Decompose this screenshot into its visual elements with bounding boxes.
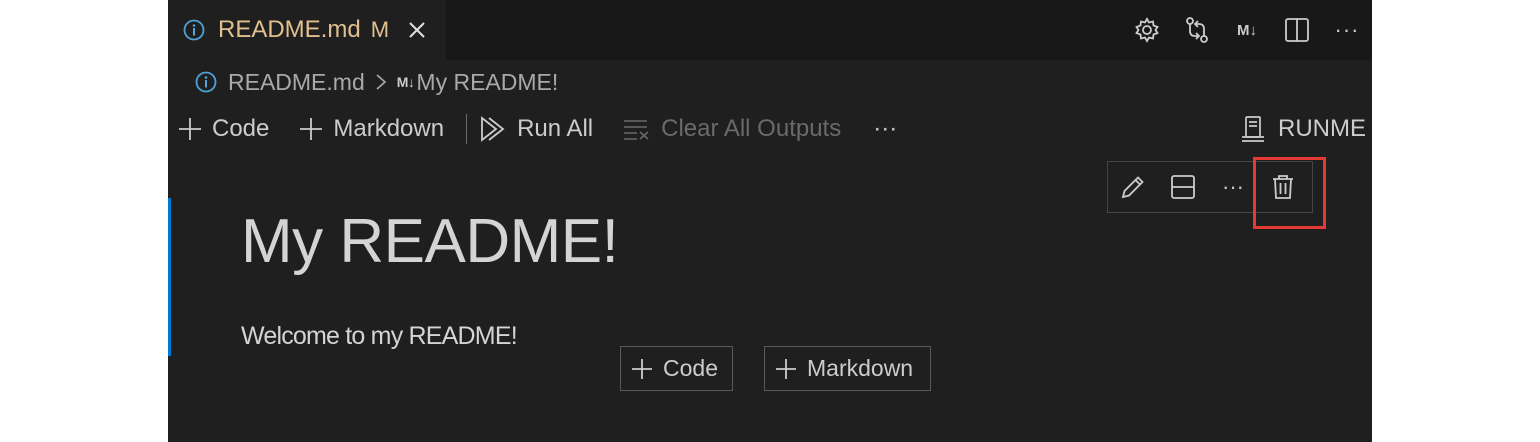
add-code-cell-button[interactable]: Code bbox=[168, 108, 269, 150]
add-code-label: Code bbox=[212, 115, 270, 142]
edit-cell-button[interactable] bbox=[1108, 162, 1158, 212]
modified-badge: M bbox=[370, 17, 390, 42]
markdown-preview-icon[interactable]: M↓ bbox=[1222, 0, 1272, 60]
add-markdown-cell-button[interactable]: Markdown bbox=[269, 108, 444, 150]
more-icon: ··· bbox=[1222, 174, 1244, 199]
tab-readme[interactable]: README.md M bbox=[168, 0, 446, 60]
insert-code-cell-button[interactable]: Code bbox=[620, 346, 733, 391]
split-editor-icon[interactable] bbox=[1272, 0, 1322, 60]
cell-more-button[interactable]: ··· bbox=[1208, 162, 1258, 212]
add-markdown-label: Markdown bbox=[333, 115, 445, 142]
more-icon: ··· bbox=[873, 115, 898, 142]
markdown-icon: M↓ bbox=[396, 74, 415, 90]
run-all-icon bbox=[479, 116, 507, 142]
server-icon bbox=[1240, 115, 1266, 143]
run-all-button[interactable]: Run All bbox=[479, 108, 593, 150]
git-compare-icon[interactable] bbox=[1172, 0, 1222, 60]
kernel-label: RUNME bbox=[1278, 115, 1366, 142]
run-all-label: Run All bbox=[517, 115, 594, 142]
highlight-box bbox=[1253, 157, 1326, 229]
insert-markdown-cell-button[interactable]: Markdown bbox=[764, 346, 931, 391]
insert-markdown-label: Markdown bbox=[807, 355, 914, 381]
tab-bar: README.md M M↓ ··· bbox=[168, 0, 1372, 60]
insert-code-label: Code bbox=[663, 355, 718, 381]
split-cell-button[interactable] bbox=[1158, 162, 1208, 212]
plus-icon bbox=[299, 117, 323, 141]
kernel-picker[interactable]: RUNME bbox=[1240, 108, 1366, 150]
gear-icon[interactable] bbox=[1122, 0, 1172, 60]
toolbar-more-button[interactable]: ··· bbox=[841, 108, 897, 150]
info-icon bbox=[195, 71, 217, 93]
notebook-toolbar: Code Markdown Run All Clear All Outputs … bbox=[168, 108, 1372, 150]
breadcrumb-section[interactable]: My README! bbox=[416, 69, 558, 96]
chevron-right-icon bbox=[375, 72, 387, 92]
toolbar-divider bbox=[466, 114, 468, 144]
cell-heading: My README! bbox=[241, 207, 619, 276]
clear-all-outputs-label: Clear All Outputs bbox=[661, 115, 842, 142]
info-icon bbox=[183, 19, 205, 41]
more-label: ··· bbox=[1334, 17, 1360, 42]
tab-label: README.md bbox=[218, 16, 361, 43]
plus-icon bbox=[631, 358, 653, 380]
split-cell-icon bbox=[1171, 175, 1195, 199]
clear-all-icon bbox=[623, 118, 651, 140]
editor-actions: M↓ ··· bbox=[1122, 0, 1372, 60]
clear-all-outputs-button[interactable]: Clear All Outputs bbox=[593, 108, 841, 150]
cell-paragraph: Welcome to my README! bbox=[241, 322, 518, 350]
close-icon[interactable] bbox=[407, 20, 427, 40]
plus-icon bbox=[775, 358, 797, 380]
editor-window: README.md M M↓ ··· README.md M↓ My READM… bbox=[168, 0, 1372, 442]
plus-icon bbox=[178, 117, 202, 141]
breadcrumb: README.md M↓ My README! bbox=[194, 64, 558, 100]
breadcrumb-file[interactable]: README.md bbox=[228, 69, 365, 96]
more-icon[interactable]: ··· bbox=[1322, 0, 1372, 60]
cell-focus-indicator bbox=[168, 198, 171, 356]
pencil-icon bbox=[1121, 176, 1144, 199]
markdown-preview-label: M↓ bbox=[1237, 21, 1257, 39]
